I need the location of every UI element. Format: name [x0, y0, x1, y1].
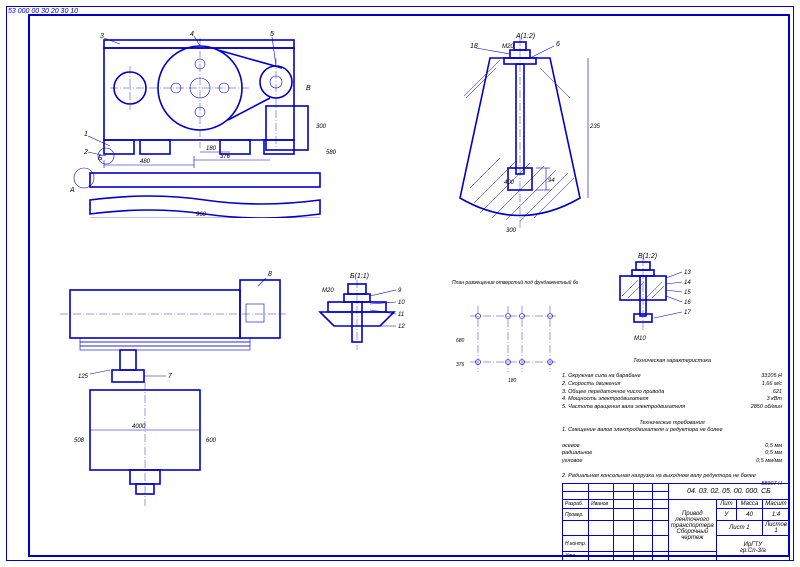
- dim-400: 400: [504, 180, 515, 186]
- callout-7: 7: [168, 373, 173, 380]
- dim-m20b: M20: [322, 288, 334, 294]
- c10: 10: [398, 300, 405, 306]
- tb-number: 04. 03. 02. 05. 00. 000. СБ: [668, 484, 789, 500]
- req-title: Технические требования: [562, 420, 782, 428]
- side-view: 125 4000 508 600 8 7: [50, 270, 290, 520]
- doc-code: 53 000 00 30 20 30 10: [8, 8, 78, 15]
- bolt-plan: План размещения отверстий под фундаментн…: [448, 276, 578, 386]
- main-view: 480 180 376 300 580 960 3 4 5 В 1 2 Б А: [70, 28, 340, 218]
- c13: 13: [684, 270, 691, 276]
- callout-5: 5: [270, 31, 274, 38]
- dim-m10: M10: [634, 336, 646, 342]
- c17: 17: [684, 310, 691, 316]
- callout-3: 3: [100, 33, 104, 40]
- spec-block: Техническая характеристика 1. Окружная с…: [562, 358, 782, 489]
- c15: 15: [684, 290, 691, 296]
- callout-B: Б: [98, 155, 103, 162]
- dim-4000: 4000: [132, 424, 146, 430]
- c12: 12: [398, 324, 405, 330]
- dim-180p: 180: [508, 378, 517, 384]
- c14: 14: [684, 280, 691, 286]
- callout-4: 4: [190, 31, 194, 38]
- dim-125: 125: [78, 374, 89, 380]
- spec-title: Техническая характеристика: [562, 358, 782, 366]
- c9: 9: [398, 288, 402, 294]
- callout-18: 18: [470, 43, 478, 50]
- dim-600: 600: [206, 438, 217, 444]
- plan-label: План размещения отверстий под фундаментн…: [452, 279, 578, 286]
- section-a: А(1:2) M20 400 94 235 18 6 300: [420, 28, 620, 238]
- callout-V: В: [306, 85, 311, 92]
- dim-m20a: M20: [502, 44, 514, 50]
- callout-A: А: [70, 187, 75, 194]
- dim-680: 680: [456, 338, 465, 344]
- c16: 16: [684, 300, 691, 306]
- c11: 11: [398, 312, 404, 318]
- drawing-sheet: 53 000 00 30 20 30 10: [0, 0, 800, 567]
- callout-1: 1: [84, 131, 88, 138]
- title-block: 04. 03. 02. 05. 00. 000. СБ Разраб.Ивано…: [562, 483, 790, 557]
- bdash-label: В(1:2): [638, 253, 657, 260]
- detail-bdash: В(1:2) M10 13 14 15 16 17: [590, 248, 710, 348]
- dim-235: 235: [589, 124, 601, 130]
- dim-300a: 300: [506, 228, 517, 234]
- dim-960: 960: [196, 212, 207, 218]
- dim-300: 300: [316, 124, 327, 130]
- dim-580: 580: [326, 150, 337, 156]
- dim-376: 376: [220, 154, 231, 160]
- dim-480: 480: [140, 159, 151, 165]
- callout-6: 6: [556, 41, 560, 48]
- dim-376p: 376: [456, 362, 465, 368]
- b-label: Б(1:1): [350, 273, 369, 280]
- detail-b: Б(1:1) M20 9 10 11 12: [300, 268, 430, 368]
- callout-8: 8: [268, 271, 272, 278]
- dim-508: 508: [74, 438, 85, 444]
- section-a-label: А(1:2): [515, 33, 535, 40]
- callout-2: 2: [83, 149, 88, 156]
- dim-180: 180: [206, 146, 217, 152]
- dim-94: 94: [548, 178, 555, 184]
